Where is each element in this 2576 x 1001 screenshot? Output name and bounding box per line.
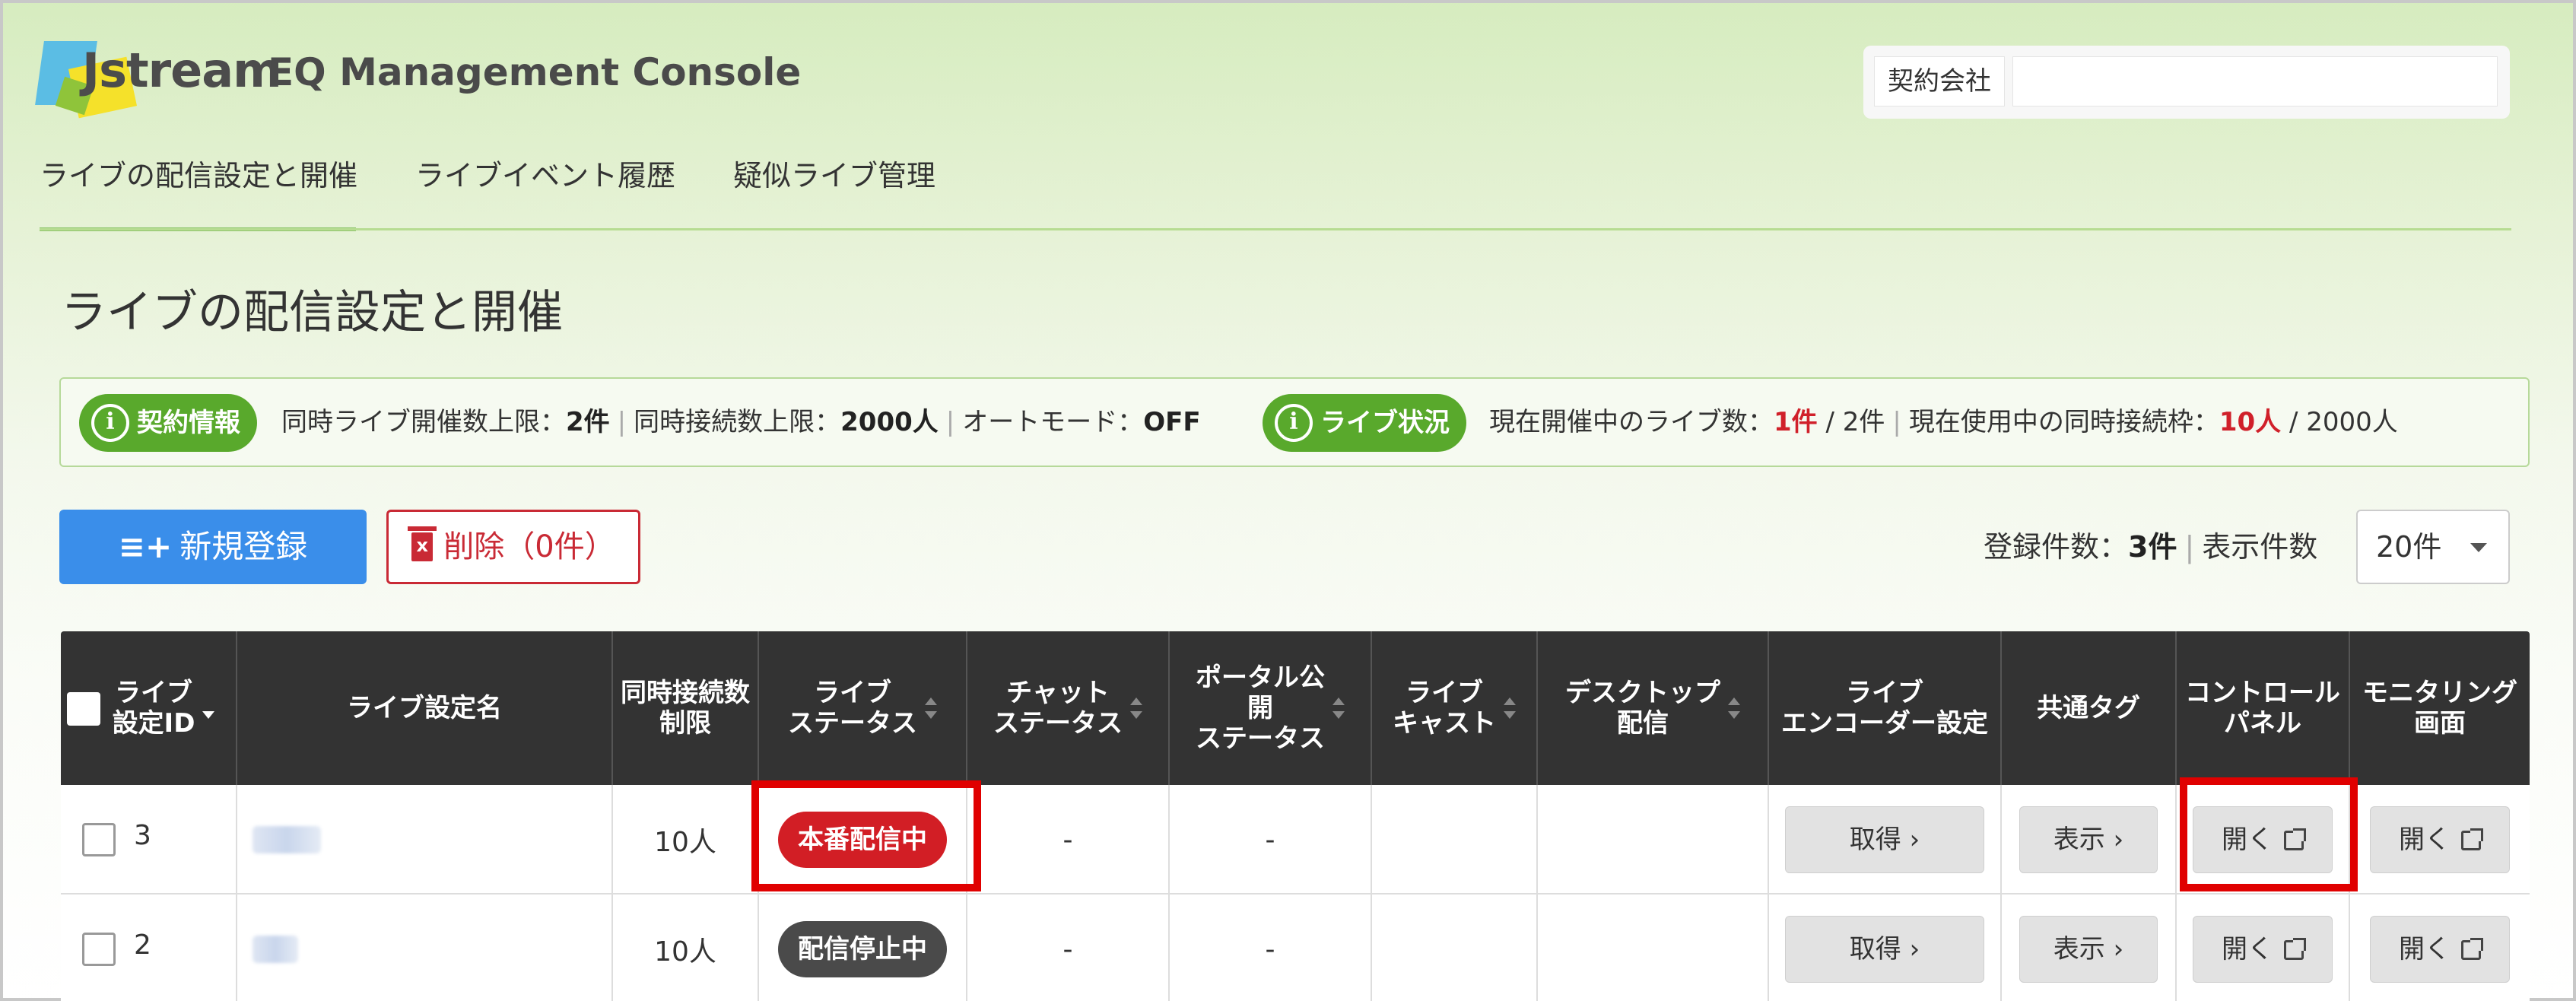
company-selector: 契約会社 [1863,46,2510,119]
live-name-blurred [253,826,321,853]
delete-button[interactable]: 削除（0件） [386,510,640,584]
current-conn-value: 10人 [2219,407,2282,437]
sort-icon [1130,694,1142,722]
table-row: 2 10人 配信停止中 - - 取得 › 表示 › 開く 開く [61,895,2530,1001]
encoder-get-button[interactable]: 取得 › [1785,916,1984,983]
table-header: ライブ 設定ID ライブ設定名 同時接続数 制限 ライブ ステータス チャット … [61,631,2530,785]
contract-info-text: 同時ライブ開催数上限：2件 | 同時接続数上限：2000人 | オートモード：OFF [281,407,1201,437]
page-title: ライブの配信設定と開催 [61,286,563,339]
info-icon: i [1275,404,1313,442]
monitoring-open-button[interactable]: 開く [2370,806,2510,873]
record-count: 登録件数：3件 | 表示件数 [1984,530,2318,564]
page-size-select[interactable]: 20件 [2356,510,2510,584]
portal-status: - [1170,895,1372,1001]
col-conn-limit: 同時接続数 制限 [613,631,759,785]
col-desktop[interactable]: デスクトップ 配信 [1538,631,1769,785]
info-icon: i [91,404,129,442]
app-title: EQ Management Console [268,50,802,94]
list-add-icon: ≡+ [118,528,173,565]
external-link-icon [2284,938,2306,960]
external-link-icon [2461,938,2483,960]
nav-tab-pseudo-live[interactable]: 疑似ライブ管理 [733,149,935,231]
col-monitoring: モニタリング 画面 [2362,678,2517,739]
live-cast [1372,785,1538,895]
current-live-value: 1件 [1774,407,1818,437]
sort-icon [202,694,215,722]
new-register-button[interactable]: ≡+ 新規登録 [59,510,367,584]
nav-tab-live-history[interactable]: ライブイベント履歴 [415,149,675,231]
chat-status: - [967,895,1170,1001]
monitoring-open-button[interactable]: 開く [2370,916,2510,983]
sort-icon [1332,694,1345,722]
encoder-get-button[interactable]: 取得 › [1785,806,1984,873]
tag-show-button[interactable]: 表示 › [2019,806,2158,873]
contract-info-badge: i 契約情報 [79,394,257,452]
jstream-logo: Jstream [35,37,282,119]
desktop-stream [1538,895,1769,1001]
info-bar: i 契約情報 同時ライブ開催数上限：2件 | 同時接続数上限：2000人 | オートモー… [59,377,2530,467]
logo-text: Jstream [82,43,282,98]
live-cast [1372,895,1538,1001]
highlight-control-panel [2180,777,2358,891]
auto-mode-value: OFF [1143,407,1201,437]
row-id: 3 [134,820,151,851]
highlight-live-status [751,780,981,891]
company-label: 契約会社 [1874,56,2005,106]
control-panel-open-button[interactable]: 開く [2193,916,2333,983]
col-live-name: ライブ設定名 [237,631,613,785]
trash-icon [408,526,437,561]
sort-icon [1728,694,1740,722]
external-link-icon [2461,828,2483,850]
live-status-text: 現在開催中のライブ数：1件 / 2件 | 現在使用中の同時接続枠：10人 / 200… [1489,407,2398,437]
col-live-status[interactable]: ライブ ステータス [759,631,967,785]
col-encoder: ライブ エンコーダー設定 [1769,631,2002,785]
conn-limit: 10人 [613,785,759,895]
row-id: 2 [134,930,151,961]
portal-status: - [1170,785,1372,895]
max-conn-value: 2000人 [840,407,939,437]
sort-icon [925,694,937,722]
chat-status: - [967,785,1170,895]
conn-limit: 10人 [613,895,759,1001]
row-checkbox[interactable] [82,823,116,856]
nav-tab-live-settings[interactable]: ライブの配信設定と開催 [40,149,357,231]
max-live-value: 2件 [566,407,610,437]
live-status-badge: 配信停止中 [778,921,947,977]
col-control-panel: コントロール パネル [2177,631,2350,785]
row-checkbox[interactable] [82,933,116,966]
chevron-down-icon [2470,543,2487,552]
col-live-cast[interactable]: ライブ キャスト [1372,631,1538,785]
col-live-id[interactable]: ライブ 設定ID [61,631,237,785]
sort-icon [1504,694,1516,722]
tag-show-button[interactable]: 表示 › [2019,916,2158,983]
col-portal-status[interactable]: ポータル公 開 ステータス [1170,631,1372,785]
col-chat-status[interactable]: チャット ステータス [967,631,1170,785]
desktop-stream [1538,785,1769,895]
company-input[interactable] [2012,56,2498,106]
col-common-tag: 共通タグ [2002,631,2177,785]
live-name-blurred [253,936,298,963]
table-row: 3 10人 本番配信中 - - 取得 › 表示 › 開く 開く [61,785,2530,895]
nav-divider [40,228,2511,230]
live-status-badge: i ライブ状況 [1263,394,1466,452]
